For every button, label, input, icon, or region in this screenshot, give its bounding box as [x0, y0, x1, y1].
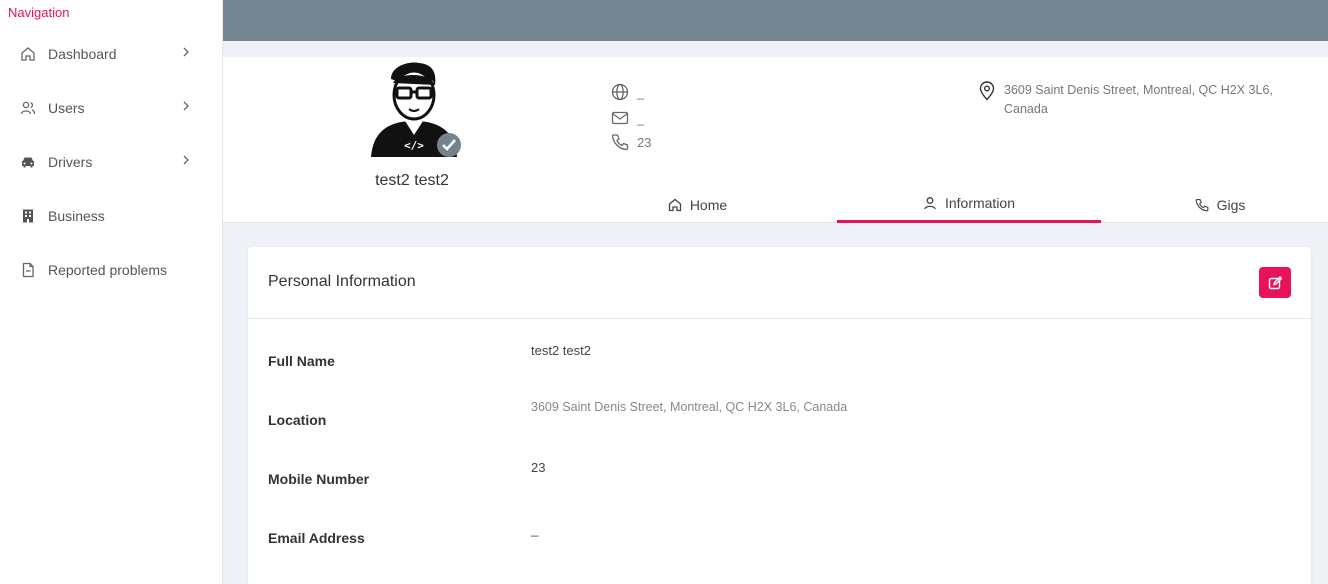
field-label-location: Location [268, 412, 327, 428]
avatar: </> [371, 62, 461, 157]
sidebar-title: Navigation [8, 5, 70, 20]
edit-button[interactable] [1259, 267, 1291, 298]
mail-icon [611, 111, 629, 125]
edit-icon [1268, 275, 1282, 289]
field-value-mobile-number: 23 [531, 460, 546, 475]
sidebar-item-reported-problems[interactable]: Reported problems [0, 250, 222, 290]
phone-icon [611, 134, 629, 151]
email-row: _ [611, 109, 644, 127]
tab-information[interactable]: Information [837, 186, 1101, 223]
field-label-email-address: Email Address [268, 530, 365, 546]
home-icon [668, 198, 681, 211]
card-header: Personal Information [248, 247, 1311, 319]
profile-header: </> test2 test2 _ _ 23 3609 Saint Denis … [223, 57, 1328, 223]
field-value-email-address: _ [531, 522, 539, 537]
sidebar-item-label: Drivers [48, 154, 93, 170]
address-row: 3609 Saint Denis Street, Montreal, QC H2… [978, 81, 1304, 119]
top-bar [223, 0, 1328, 41]
sidebar-item-drivers[interactable]: Drivers [0, 142, 222, 182]
chevron-right-icon [183, 47, 189, 57]
home-icon [21, 47, 35, 61]
building-icon [23, 209, 33, 223]
field-label-mobile-number: Mobile Number [268, 471, 370, 487]
users-icon [20, 101, 36, 115]
verified-badge-icon [437, 133, 461, 157]
sidebar-item-label: Reported problems [48, 262, 168, 278]
field-label-full-name: Full Name [268, 353, 335, 369]
tab-home[interactable]: Home [609, 186, 786, 223]
phone-icon [1195, 198, 1208, 211]
chevron-right-icon [183, 101, 189, 111]
map-pin-icon [979, 81, 995, 101]
field-value-location: 3609 Saint Denis Street, Montreal, QC H2… [531, 400, 848, 414]
sidebar-item-dashboard[interactable]: Dashboard [0, 34, 222, 74]
sidebar-item-users[interactable]: Users [0, 88, 222, 128]
website-value: _ [637, 84, 645, 100]
phone-row: 23 [611, 133, 651, 151]
sidebar: Navigation Dashboard Users Drivers Busin… [0, 0, 223, 584]
sidebar-item-label: Dashboard [48, 46, 117, 62]
email-value: _ [637, 110, 645, 126]
tab-label: Information [944, 195, 1016, 211]
website-row: _ [611, 83, 644, 101]
tab-label: Home [689, 196, 728, 213]
sidebar-item-label: Business [48, 208, 105, 224]
chevron-right-icon [183, 155, 189, 165]
user-icon [924, 197, 936, 210]
car-icon [22, 157, 34, 168]
globe-icon [611, 83, 629, 101]
sidebar-item-label: Users [48, 100, 85, 116]
tab-gigs[interactable]: Gigs [1133, 186, 1307, 223]
card-title: Personal Information [268, 273, 416, 290]
phone-value: 23 [637, 134, 652, 150]
profile-name: test2 test2 [375, 172, 449, 189]
field-value-full-name: test2 test2 [531, 343, 591, 358]
address-value: 3609 Saint Denis Street, Montreal, QC H2… [1004, 83, 1273, 116]
file-icon [22, 262, 34, 278]
sidebar-item-business[interactable]: Business [0, 196, 222, 236]
svg-text:</>: </> [404, 139, 424, 152]
personal-information-card: Personal Information Full Name test2 tes… [248, 247, 1311, 584]
tab-label: Gigs [1216, 196, 1246, 213]
